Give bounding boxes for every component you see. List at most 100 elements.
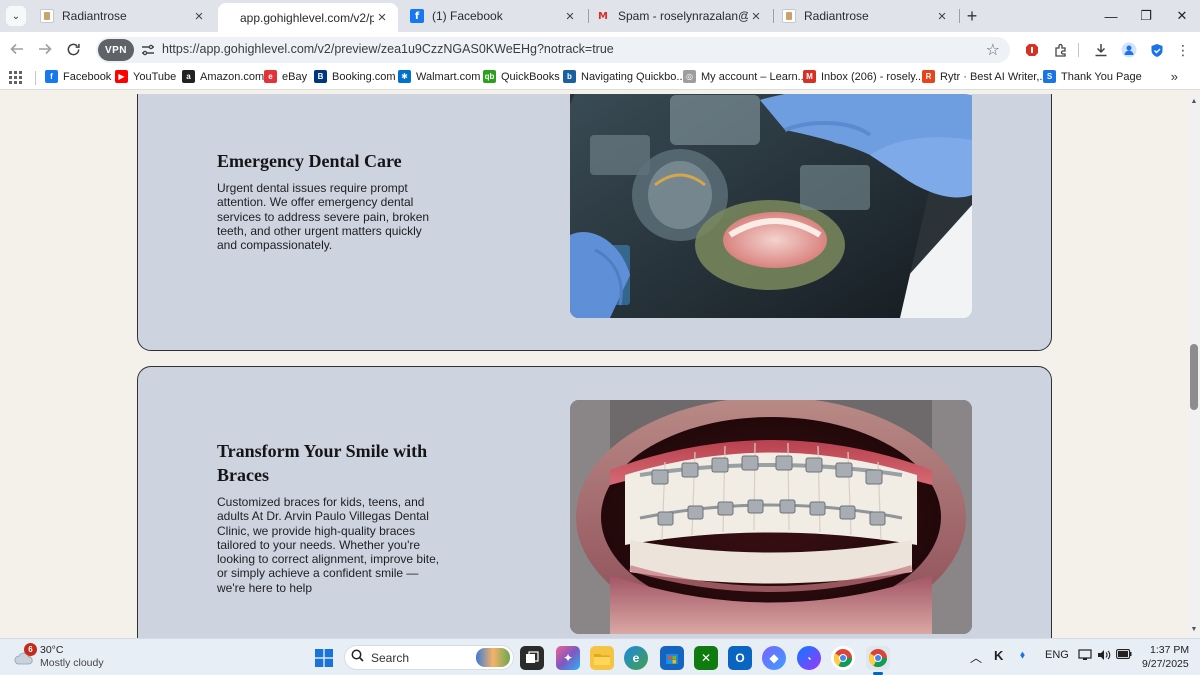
url-text[interactable]: https://app.gohighlevel.com/v2/preview/z… [162, 42, 614, 56]
xbox-icon[interactable]: ✕ [694, 646, 718, 670]
bookmark-label: Facebook [63, 70, 112, 83]
quickbooks-icon: qb [483, 70, 496, 83]
tab-divider [959, 9, 960, 23]
quickbooks-doc-icon: b [563, 70, 576, 83]
weather-temperature[interactable]: 30°C [40, 644, 63, 656]
service-card-emergency: Emergency Dental Care Urgent dental issu… [137, 94, 1052, 351]
tab-close-icon[interactable]: × [374, 9, 390, 26]
dental-xray-tablet-image [570, 94, 972, 318]
bookmark-item[interactable]: M Inbox (206) - rosely... [803, 70, 924, 83]
bookmark-item[interactable]: a Amazon.com [182, 70, 264, 83]
clock-date[interactable]: 9/27/2025 [1142, 658, 1189, 670]
bookmark-star-icon[interactable]: ☆ [986, 40, 1000, 60]
tab-title: Radiantrose [62, 9, 127, 23]
tab-gohighlevel-preview[interactable]: app.gohighlevel.com/v2/preview × [218, 3, 398, 32]
document-favicon-icon [40, 9, 54, 23]
tray-overflow-chevron-icon[interactable]: ︿ [970, 649, 982, 666]
bookmark-item[interactable]: ✱ Walmart.com [398, 70, 480, 83]
bookmarks-divider [35, 71, 36, 85]
forward-arrow-icon[interactable] [33, 37, 57, 61]
youtube-icon: ▶ [115, 70, 128, 83]
search-label: Search [371, 651, 410, 665]
k-app-tray-icon[interactable]: K [994, 648, 1003, 663]
apps-grid-icon[interactable] [9, 71, 22, 84]
weather-description[interactable]: Mostly cloudy [40, 657, 104, 669]
bookmark-item[interactable]: S Thank You Page [1043, 70, 1142, 83]
battery-icon[interactable] [1116, 649, 1132, 662]
tab-close-icon[interactable]: × [748, 8, 764, 25]
facebook-icon: f [45, 70, 58, 83]
ebay-icon: e [264, 70, 277, 83]
page-scrollbar[interactable]: ▲ ▼ [1188, 94, 1200, 638]
outlook-icon[interactable]: O [728, 646, 752, 670]
language-indicator[interactable]: ENG [1045, 649, 1069, 661]
tab-facebook[interactable]: f (1) Facebook × [400, 0, 586, 32]
minimize-icon[interactable]: — [1093, 0, 1129, 32]
more-bookmarks-chevron-icon[interactable]: » [1171, 69, 1178, 84]
taskbar-search-box[interactable]: Search [344, 645, 514, 670]
window-close-icon[interactable]: ✕ [1164, 0, 1200, 32]
tab-strip: ⌄ Radiantrose × app.gohighlevel.com/v2/p… [0, 0, 1200, 32]
download-icon[interactable] [1092, 41, 1110, 59]
vpn-badge[interactable]: VPN [98, 39, 134, 61]
page-viewport: Emergency Dental Care Urgent dental issu… [0, 94, 1188, 638]
menu-kebab-icon[interactable]: ⋮ [1174, 41, 1192, 59]
service-description: Urgent dental issues require prompt atte… [217, 181, 430, 253]
network-icon[interactable] [1078, 649, 1092, 664]
new-tab-plus-icon[interactable]: + [962, 6, 982, 26]
tab-close-icon[interactable]: × [562, 8, 578, 25]
clock-time[interactable]: 1:37 PM [1150, 644, 1189, 656]
extensions-puzzle-icon[interactable] [1052, 41, 1070, 59]
volume-icon[interactable] [1097, 649, 1111, 664]
scroll-up-arrow-icon[interactable]: ▲ [1188, 96, 1200, 108]
bookmark-label: Rytr · Best AI Writer,... [940, 70, 1049, 83]
tab-close-icon[interactable]: × [934, 8, 950, 25]
bookmark-label: Amazon.com [200, 70, 265, 83]
bookmark-label: eBay [282, 70, 308, 83]
copilot-icon[interactable]: ✦ [556, 646, 580, 670]
security-shield-icon[interactable] [1148, 41, 1166, 59]
edge-icon[interactable]: e [624, 646, 648, 670]
bookmark-item[interactable]: qb QuickBooks [483, 70, 560, 83]
copilot-app-icon[interactable]: ◆ [762, 646, 786, 670]
bookmark-item[interactable]: f Facebook [45, 70, 111, 83]
toolbar-divider [1078, 43, 1079, 57]
reload-icon[interactable] [61, 37, 85, 61]
bookmark-item[interactable]: ▶ YouTube [115, 70, 176, 83]
tab-radiantrose-2[interactable]: Radiantrose × [772, 0, 958, 32]
windows-start-icon[interactable] [312, 646, 336, 670]
adblock-extension-icon[interactable] [1023, 41, 1041, 59]
booking-icon: B [314, 70, 327, 83]
file-explorer-icon[interactable] [590, 646, 614, 670]
scroll-down-arrow-icon[interactable]: ▼ [1188, 624, 1200, 636]
tab-gmail-spam[interactable]: M Spam - roselynrazalan@gmail.c × [586, 0, 772, 32]
rytr-icon: R [922, 70, 935, 83]
bookmark-item[interactable]: e eBay [264, 70, 307, 83]
bluetooth-tray-icon[interactable]: ⬧ [1020, 649, 1025, 662]
site-settings-icon[interactable] [140, 42, 156, 58]
bookmark-label: YouTube [133, 70, 177, 83]
bookmark-item[interactable]: R Rytr · Best AI Writer,... [922, 70, 1049, 83]
tab-close-icon[interactable]: × [191, 8, 207, 25]
chrome-icon[interactable] [831, 646, 855, 670]
tab-search-chevron-icon[interactable]: ⌄ [6, 6, 26, 26]
bookmark-item[interactable]: b Navigating Quickbo... [563, 70, 686, 83]
messenger-icon[interactable] [797, 646, 821, 670]
task-view-icon[interactable] [520, 646, 544, 670]
weather-alert-badge: 6 [24, 643, 37, 656]
scrollbar-thumb[interactable] [1190, 344, 1198, 410]
tab-title: Spam - roselynrazalan@gmail.c [618, 9, 748, 23]
profile-avatar-icon[interactable] [1120, 41, 1138, 59]
service-card-braces: Transform Your Smile with Braces Customi… [137, 366, 1052, 638]
address-bar[interactable]: VPN https://app.gohighlevel.com/v2/previ… [96, 37, 1010, 63]
tab-title: (1) Facebook [432, 9, 503, 23]
microsoft-store-icon[interactable] [660, 646, 684, 670]
tab-radiantrose-1[interactable]: Radiantrose × [30, 0, 215, 32]
chrome-active-icon[interactable] [866, 646, 890, 670]
browser-toolbar: VPN https://app.gohighlevel.com/v2/previ… [0, 32, 1200, 66]
back-arrow-icon[interactable] [5, 37, 29, 61]
bookmark-item[interactable]: ◎ My account – Learn... [683, 70, 807, 83]
restore-icon[interactable]: ❐ [1128, 0, 1164, 32]
bookmark-item[interactable]: B Booking.com [314, 70, 396, 83]
service-title: Emergency Dental Care [217, 151, 402, 171]
